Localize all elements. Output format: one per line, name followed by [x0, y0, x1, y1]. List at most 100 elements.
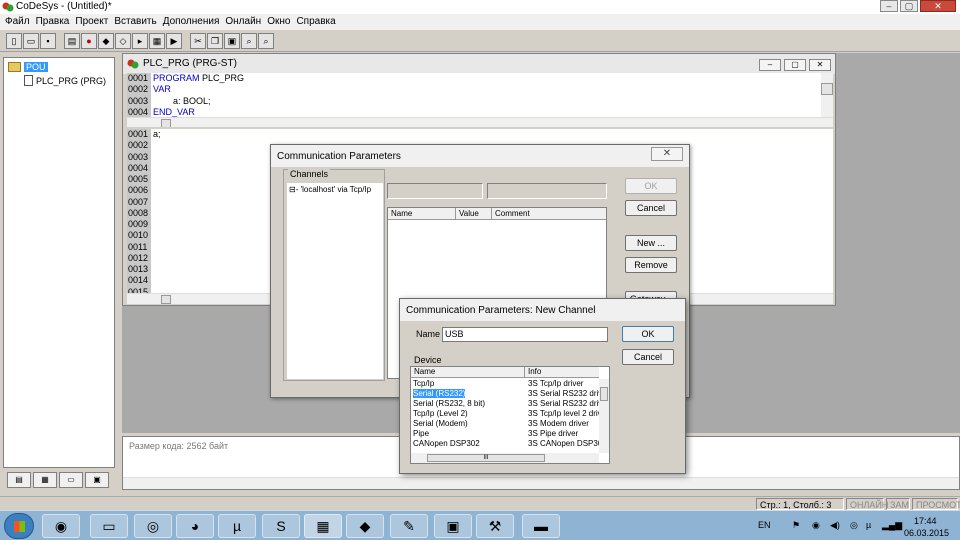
line-number: 0005	[127, 174, 151, 186]
dialog-close-button[interactable]: ✕	[651, 147, 683, 161]
device-row[interactable]: Serial (RS232, 8 bit) 3S Serial RS232 dr…	[411, 399, 599, 409]
column-value[interactable]: Value	[456, 208, 492, 219]
editor-minimize-button[interactable]: –	[759, 59, 781, 71]
tools-icon[interactable]: ⚒	[476, 514, 514, 538]
channel-name-input[interactable]: USB	[442, 327, 608, 342]
code-text: a;	[153, 129, 161, 139]
editor-title: PLC_PRG (PRG-ST)	[143, 58, 237, 69]
menu-help[interactable]: Справка	[295, 14, 340, 30]
new-channel-button[interactable]: New ...	[625, 235, 677, 251]
pou-plc-prg-node[interactable]: PLC_PRG (PRG)	[24, 75, 106, 86]
menu-edit[interactable]: Правка	[35, 14, 75, 30]
device-row[interactable]: CANopen DSP302 3S CANopen DSP302	[411, 439, 599, 449]
menu-bar: Файл Правка Проект Вставить Дополнения О…	[0, 14, 960, 30]
paint-icon[interactable]: ✎	[390, 514, 428, 538]
device-row-selected[interactable]: Serial (RS232) 3S Serial RS232 driver	[411, 389, 599, 399]
logout-icon[interactable]: ◇	[115, 33, 131, 49]
pou-root-node[interactable]: POU	[8, 62, 48, 72]
device-name: Pipe	[413, 429, 430, 438]
menu-extras[interactable]: Дополнения	[162, 14, 225, 30]
chrome-icon[interactable]: ◕	[176, 514, 214, 538]
tray-app-icon[interactable]: ◉	[812, 520, 820, 531]
language-indicator[interactable]: EN	[758, 520, 771, 530]
signal-icon[interactable]: ▂▄▆	[882, 520, 902, 531]
menu-insert[interactable]: Вставить	[113, 14, 161, 30]
tray-flag-icon[interactable]: ⚑	[792, 520, 800, 531]
tab-pou[interactable]: ▤	[7, 472, 31, 488]
line-number: 0010	[127, 230, 151, 242]
pou-root-label: POU	[24, 62, 48, 72]
new-channel-ok-button[interactable]: OK	[622, 326, 674, 342]
cancel-button[interactable]: Cancel	[625, 200, 677, 216]
explorer-icon[interactable]: ▭	[90, 514, 128, 538]
menu-file[interactable]: Файл	[4, 14, 35, 30]
channels-tree[interactable]: ⊟- 'localhost' via Tcp/Ip	[287, 183, 383, 379]
message-hscroll[interactable]	[123, 477, 959, 489]
device-column-name[interactable]: Name	[411, 367, 525, 377]
minimize-button[interactable]: –	[880, 0, 898, 12]
find-next-icon[interactable]: ⌕	[258, 33, 274, 49]
editor-maximize-button[interactable]: ▢	[784, 59, 806, 71]
device-info: 3S Serial RS232 driver	[528, 399, 599, 408]
codesys-task-icon[interactable]: ▦	[304, 514, 342, 538]
maximize-button[interactable]: ▢	[900, 0, 918, 12]
clock-date[interactable]: 06.03.2015	[904, 528, 949, 538]
presentation-icon[interactable]: ▬	[522, 514, 560, 538]
build-icon[interactable]: ▤	[64, 33, 80, 49]
clock-time[interactable]: 17:44	[914, 516, 937, 526]
device-row[interactable]: Tcp/Ip 3S Tcp/Ip driver	[411, 379, 599, 389]
column-comment[interactable]: Comment	[492, 208, 606, 219]
menu-online[interactable]: Онлайн	[224, 14, 266, 30]
channel-item-localhost[interactable]: ⊟- 'localhost' via Tcp/Ip	[289, 185, 371, 194]
menu-project[interactable]: Проект	[74, 14, 113, 30]
run-icon[interactable]: ▶	[166, 33, 182, 49]
login-icon[interactable]: ◆	[98, 33, 114, 49]
new-channel-cancel-button[interactable]: Cancel	[622, 349, 674, 365]
ok-button[interactable]: OK	[625, 178, 677, 194]
tab-resources[interactable]: ▣	[85, 472, 109, 488]
volume-icon[interactable]: ◀)	[830, 520, 840, 531]
paste-icon[interactable]: ▣	[224, 33, 240, 49]
menu-window[interactable]: Окно	[266, 14, 295, 30]
device-row[interactable]: Tcp/Ip (Level 2) 3S Tcp/Ip level 2 drive…	[411, 409, 599, 419]
remove-button[interactable]: Remove	[625, 257, 677, 273]
declaration-vscroll[interactable]	[821, 73, 833, 117]
skype-icon[interactable]: S	[262, 514, 300, 538]
column-name[interactable]: Name	[388, 208, 456, 219]
cut-icon[interactable]: ✂	[190, 33, 206, 49]
start-button[interactable]	[4, 513, 34, 539]
blocks-icon[interactable]: ◆	[346, 514, 384, 538]
close-button[interactable]: ✕	[920, 0, 956, 12]
tab-data-types[interactable]: ▦	[33, 472, 57, 488]
code-text: a: BOOL;	[153, 95, 211, 106]
new-file-icon[interactable]: ▯	[6, 33, 22, 49]
save-icon[interactable]: ▪	[40, 33, 56, 49]
stop-icon[interactable]: ●	[81, 33, 97, 49]
open-folder-icon[interactable]: ▭	[23, 33, 39, 49]
editor-close-button[interactable]: ✕	[809, 59, 831, 71]
print-icon[interactable]: ▦	[149, 33, 165, 49]
line-number: 0007	[127, 196, 151, 208]
channels-label: Channels	[288, 169, 331, 179]
device-list[interactable]: Name Info Tcp/Ip 3S Tcp/Ip driver Serial…	[410, 366, 610, 464]
viber-icon[interactable]: ◎	[134, 514, 172, 538]
utorrent-icon[interactable]: µ	[218, 514, 256, 538]
tab-visualizations[interactable]: ▭	[59, 472, 83, 488]
device-column-info[interactable]: Info	[525, 367, 599, 377]
device-hscroll[interactable]: III	[411, 453, 599, 463]
firefox-icon[interactable]: ◉	[42, 514, 80, 538]
network-icon[interactable]: ▣	[434, 514, 472, 538]
tray-viber-icon[interactable]: ◎	[850, 520, 858, 531]
hscroll-thumb[interactable]: III	[427, 454, 545, 462]
copy-icon[interactable]: ❐	[207, 33, 223, 49]
device-vscroll[interactable]	[599, 379, 609, 453]
declaration-pane[interactable]: 0001 0002 0003 0004 PROGRAM PLC_PRG VAR …	[127, 73, 833, 129]
codesys-icon	[2, 1, 14, 13]
tray-utorrent-icon[interactable]: µ	[866, 520, 871, 530]
line-number: 0013	[127, 264, 151, 276]
device-row[interactable]: Serial (Modem) 3S Modem driver	[411, 419, 599, 429]
step-icon[interactable]: ▸	[132, 33, 148, 49]
find-icon[interactable]: ⌕	[241, 33, 257, 49]
document-icon	[24, 75, 33, 86]
device-row[interactable]: Pipe 3S Pipe driver	[411, 429, 599, 439]
